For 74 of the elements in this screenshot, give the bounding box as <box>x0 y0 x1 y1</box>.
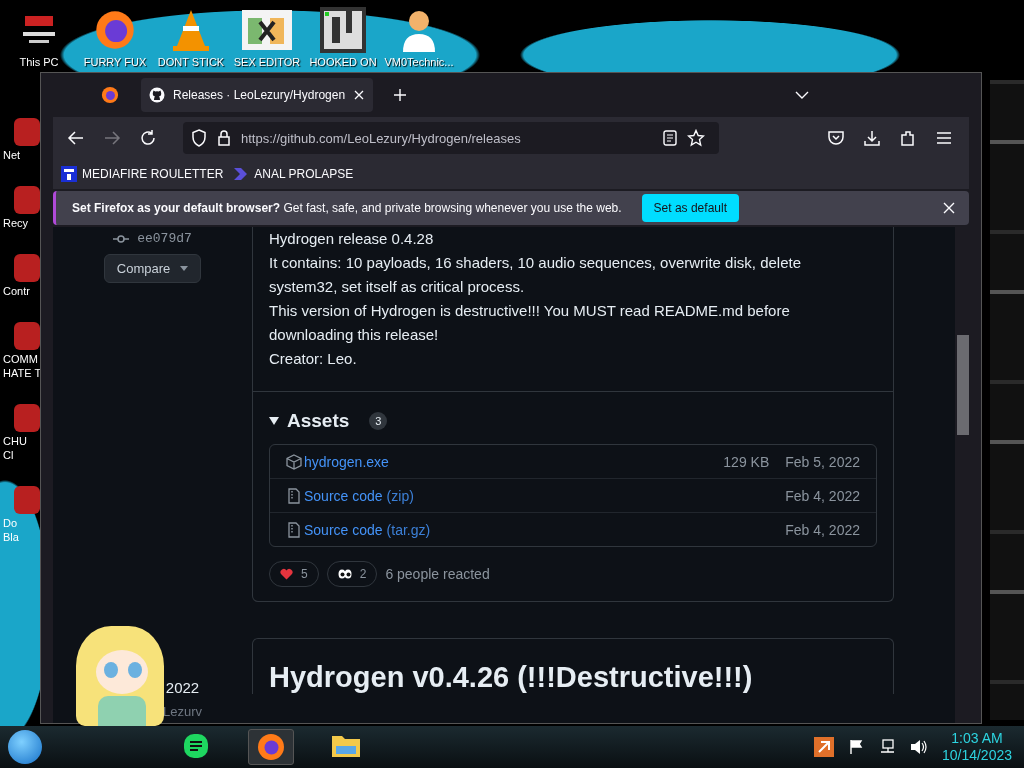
shortcut-icon[interactable] <box>14 254 40 282</box>
maze-icon[interactable] <box>320 6 366 54</box>
heart-icon <box>280 568 293 580</box>
shortcut-icon[interactable] <box>14 486 40 514</box>
release-note-text: This version of Hydrogen is destructive!!! You MUST read README.md before downloading this release! <box>269 301 791 345</box>
back-icon[interactable] <box>67 129 85 147</box>
set-default-button[interactable]: Set as default <box>641 194 739 222</box>
chat-app-icon <box>182 732 210 760</box>
pocket-icon[interactable] <box>827 129 845 147</box>
star-icon[interactable] <box>687 129 705 147</box>
download-icon[interactable] <box>863 129 881 147</box>
release-title[interactable]: Hydrogen v0.4.26 (!!!Destructive!!!) <box>269 661 877 694</box>
firefox-icon[interactable] <box>101 86 119 104</box>
bookmark-favicon <box>233 166 250 182</box>
bookmark[interactable]: ANAL PROLAPSE <box>233 166 354 182</box>
close-icon[interactable] <box>943 202 955 214</box>
file-size: 129 KB <box>723 453 770 470</box>
release-note-text: It contains: 10 payloads, 16 shaders, 10 audio sequences, overwrite disk, delete system32, set itself as critical process. <box>269 253 802 297</box>
release-note-text: Creator: Leo. <box>269 349 358 369</box>
firefox-icon <box>256 732 286 762</box>
asset-date: Feb 5, 2022 <box>785 453 860 470</box>
compare-button[interactable]: Compare <box>103 254 202 283</box>
zip-file-icon <box>286 521 302 538</box>
assets-heading[interactable]: Assets <box>287 410 350 432</box>
desktop-icon-label[interactable]: COMM HATE T <box>0 352 40 380</box>
close-icon[interactable] <box>353 89 366 101</box>
start-button[interactable] <box>8 730 42 764</box>
address-bar[interactable]: https://github.com/LeoLezury/Hydrogen/releases <box>183 122 719 154</box>
reload-icon[interactable] <box>139 129 157 147</box>
desktop-icon-label[interactable]: Recy <box>0 216 29 230</box>
scrollbar[interactable] <box>955 227 969 723</box>
commit-link[interactable]: ee079d7 <box>113 231 192 246</box>
clock[interactable]: 1:03 AM 10/14/2023 <box>941 730 1012 764</box>
forward-icon[interactable] <box>103 129 121 147</box>
desktop-icon-label[interactable]: This PC <box>19 56 59 68</box>
reader-view-icon[interactable] <box>663 130 677 146</box>
shortcut-icon[interactable] <box>14 322 40 350</box>
reaction-summary: 6 people reacted <box>385 566 490 582</box>
new-tab-icon[interactable] <box>393 88 408 102</box>
tray-app-icon[interactable] <box>813 737 834 757</box>
desktop-icon-label[interactable]: CHU Cl <box>0 434 27 462</box>
desktop-icon-label[interactable]: Net <box>0 148 21 162</box>
asset-date: Feb 4, 2022 <box>785 487 860 504</box>
shield-icon[interactable] <box>191 129 207 147</box>
chevron-down-icon[interactable] <box>795 90 809 100</box>
eyes-icon <box>337 569 352 579</box>
caret-icon <box>180 266 189 271</box>
shortcut-icon[interactable] <box>14 118 40 146</box>
shortcut-icon[interactable] <box>14 186 40 214</box>
taskbar-app[interactable] <box>248 729 294 765</box>
author-link[interactable]: Lezurv <box>163 704 202 719</box>
extensions-icon[interactable] <box>899 129 917 147</box>
bookmark-favicon <box>61 166 77 182</box>
commit-icon <box>113 233 130 244</box>
github-icon <box>149 87 165 103</box>
notification-text: Set Firefox as your default browser? Get fast, safe, and private browsing whenever you use the web. <box>72 201 622 215</box>
disclosure-triangle-icon[interactable] <box>269 417 279 425</box>
release-note-text: Hydrogen release 0.4.28 <box>269 229 435 249</box>
volume-icon[interactable] <box>909 739 928 755</box>
asset-link[interactable]: hydrogen.exe <box>304 453 389 470</box>
browser-tab[interactable]: Releases · LeoLezury/Hydrogen <box>141 78 374 112</box>
menu-icon[interactable] <box>935 129 953 147</box>
shortcut-icon[interactable] <box>14 404 40 432</box>
zip-file-icon <box>286 487 302 504</box>
flag-icon[interactable] <box>847 739 864 755</box>
count-badge: 3 <box>369 412 388 430</box>
desktop-icon-label[interactable]: Contr <box>0 284 30 298</box>
asset-link[interactable]: Source code (zip) <box>304 487 414 504</box>
release-date: 2022 <box>165 679 200 696</box>
bookmark[interactable]: MEDIAFIRE ROULETTER <box>61 166 224 182</box>
asset-link[interactable]: Source code (tar.gz) <box>304 521 431 538</box>
asset-date: Feb 4, 2022 <box>785 521 860 538</box>
package-icon <box>286 453 302 470</box>
lock-icon[interactable] <box>217 129 231 147</box>
